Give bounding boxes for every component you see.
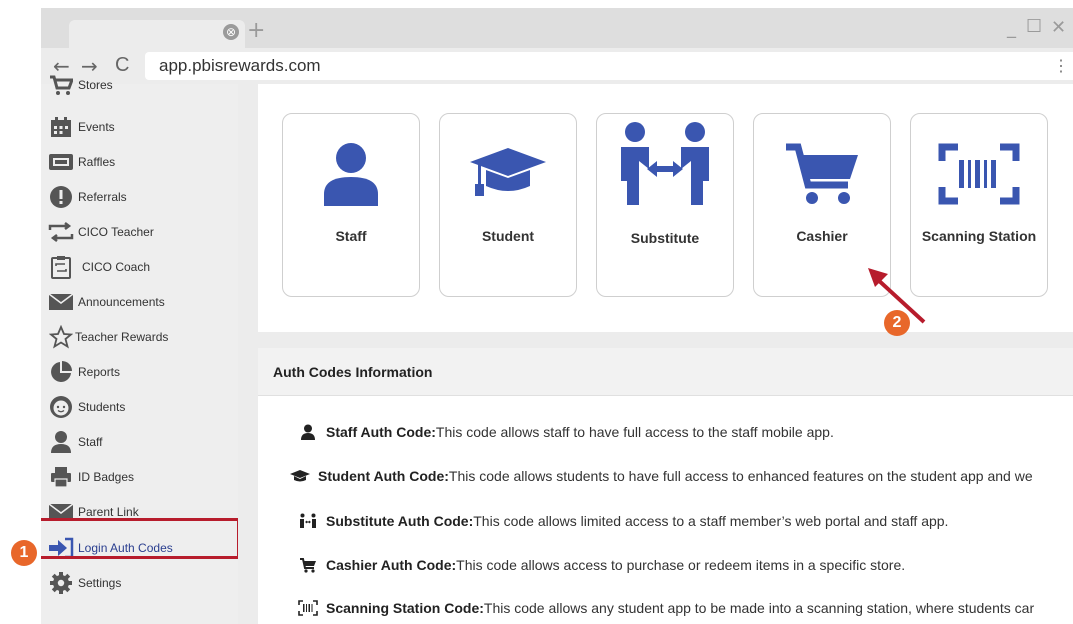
auth-codes-info: Auth Codes Information Staff Auth Code: … (258, 348, 1073, 624)
sidebar-item-label: ID Badges (78, 470, 135, 484)
sidebar-item-students[interactable]: Students (47, 392, 125, 422)
url-input[interactable]: app.pbisrewards.com (145, 52, 1073, 80)
substitute-icon (597, 120, 733, 208)
info-row-substitute: Substitute Auth Code: This code allows li… (296, 509, 948, 533)
sidebar-item-label: CICO Teacher (78, 225, 154, 239)
sidebar-item-teacher-rewards[interactable]: Teacher Rewards (47, 322, 168, 352)
maximize-icon[interactable]: ☐ (1026, 16, 1042, 37)
sidebar-item-announcements[interactable]: Announcements (47, 287, 165, 317)
info-text: This code allows limited access to a sta… (473, 513, 949, 529)
main-content: Staff Student Substitute Cashier Scannin… (238, 84, 1073, 624)
cart-icon (296, 557, 320, 573)
barcode-icon (911, 130, 1047, 218)
printer-icon (47, 464, 75, 490)
sidebar-item-events[interactable]: Events (47, 112, 115, 142)
info-title: Cashier Auth Code: (326, 557, 457, 573)
substitute-icon (296, 513, 320, 529)
info-row-staff: Staff Auth Code: This code allows staff … (296, 420, 834, 444)
reload-icon[interactable]: C (115, 54, 129, 77)
info-title: Student Auth Code: (318, 468, 449, 484)
tile-label: Scanning Station (921, 228, 1037, 244)
sidebar-item-label: Parent Link (78, 505, 139, 519)
close-window-icon[interactable]: ✕ (1051, 17, 1066, 38)
envelope-icon (47, 289, 75, 315)
star-icon (47, 324, 75, 350)
sidebar-item-raffles[interactable]: Raffles (47, 147, 115, 177)
tile-label: Cashier (796, 228, 848, 244)
graduation-cap-icon (288, 469, 312, 483)
info-text: This code allows access to purchase or r… (456, 557, 906, 573)
info-row-cashier: Cashier Auth Code: This code allows acce… (296, 553, 905, 577)
alert-icon (47, 184, 75, 210)
sidebar-item-label: Reports (78, 365, 121, 379)
tab-close-icon[interactable]: ⊗ (223, 24, 239, 40)
sidebar-item-id-badges[interactable]: ID Badges (47, 462, 134, 492)
sidebar-item-label: Announcements (78, 295, 165, 309)
cart-icon (47, 72, 75, 98)
tile-label: Staff (335, 228, 367, 244)
tab-bar: ⊗ + _ ☐ ✕ (41, 8, 1073, 48)
sidebar-item-label: Referrals (78, 190, 127, 204)
info-title: Scanning Station Code: (326, 600, 484, 616)
highlight-box (41, 518, 240, 559)
sidebar-item-label: Raffles (78, 155, 116, 169)
exchange-icon (47, 219, 75, 245)
new-tab-icon[interactable]: + (247, 19, 265, 43)
sidebar-item-label: CICO Coach (82, 260, 151, 274)
section-header: Auth Codes Information (258, 348, 1073, 396)
barcode-icon (296, 600, 320, 616)
step-badge-1: 1 (11, 540, 37, 566)
info-text: This code allows any student app to be m… (483, 600, 1035, 616)
sidebar-item-staff[interactable]: Staff (47, 427, 102, 457)
sidebar-item-cico-teacher[interactable]: CICO Teacher (47, 217, 154, 247)
info-row-student: Student Auth Code: This code allows stud… (288, 464, 1033, 488)
person-icon (47, 429, 75, 455)
sidebar-item-label: Stores (78, 78, 113, 92)
step-badge-2: 2 (884, 310, 910, 336)
minimize-icon[interactable]: _ (1007, 18, 1016, 39)
tile-label: Substitute (630, 230, 700, 246)
browser-tab[interactable] (69, 20, 245, 48)
info-text: This code allows staff to have full acce… (435, 424, 834, 440)
sidebar-item-label: Settings (78, 576, 122, 590)
ticket-icon (47, 149, 75, 175)
info-row-scanning-station: Scanning Station Code: This code allows … (296, 596, 1034, 620)
person-icon (296, 424, 320, 440)
tile-student[interactable]: Student (439, 113, 577, 297)
sidebar: Stores Events Raffles Referrals CICO Tea… (41, 75, 240, 624)
tile-staff[interactable]: Staff (282, 113, 420, 297)
sidebar-item-referrals[interactable]: Referrals (47, 182, 127, 212)
info-text: This code allows students to have full a… (448, 468, 1033, 484)
sidebar-item-stores[interactable]: Stores (47, 70, 113, 100)
graduation-cap-icon (440, 130, 576, 218)
cart-icon (754, 130, 890, 218)
sidebar-item-label: Students (78, 400, 126, 414)
sidebar-item-label: Staff (78, 435, 103, 449)
browser-menu-icon[interactable]: ⋮ (1053, 56, 1069, 76)
sidebar-item-reports[interactable]: Reports (47, 357, 120, 387)
sidebar-item-label: Teacher Rewards (75, 330, 169, 344)
tile-label: Student (481, 228, 535, 244)
tile-substitute[interactable]: Substitute (596, 113, 734, 297)
smiley-icon (47, 394, 75, 420)
sidebar-item-cico-coach[interactable]: CICO Coach (47, 252, 150, 282)
info-title: Staff Auth Code: (326, 424, 436, 440)
sidebar-item-label: Events (78, 120, 115, 134)
clipboard-icon (47, 254, 75, 280)
calendar-icon (47, 114, 75, 140)
auth-code-tiles: Staff Student Substitute Cashier Scannin… (258, 84, 1073, 332)
gear-icon (47, 570, 75, 596)
address-bar-row: ← → C app.pbisrewards.com ⋮ (41, 48, 1073, 86)
sidebar-item-settings[interactable]: Settings (47, 568, 121, 598)
pie-chart-icon (47, 359, 75, 385)
person-icon (283, 130, 419, 218)
info-title: Substitute Auth Code: (326, 513, 474, 529)
